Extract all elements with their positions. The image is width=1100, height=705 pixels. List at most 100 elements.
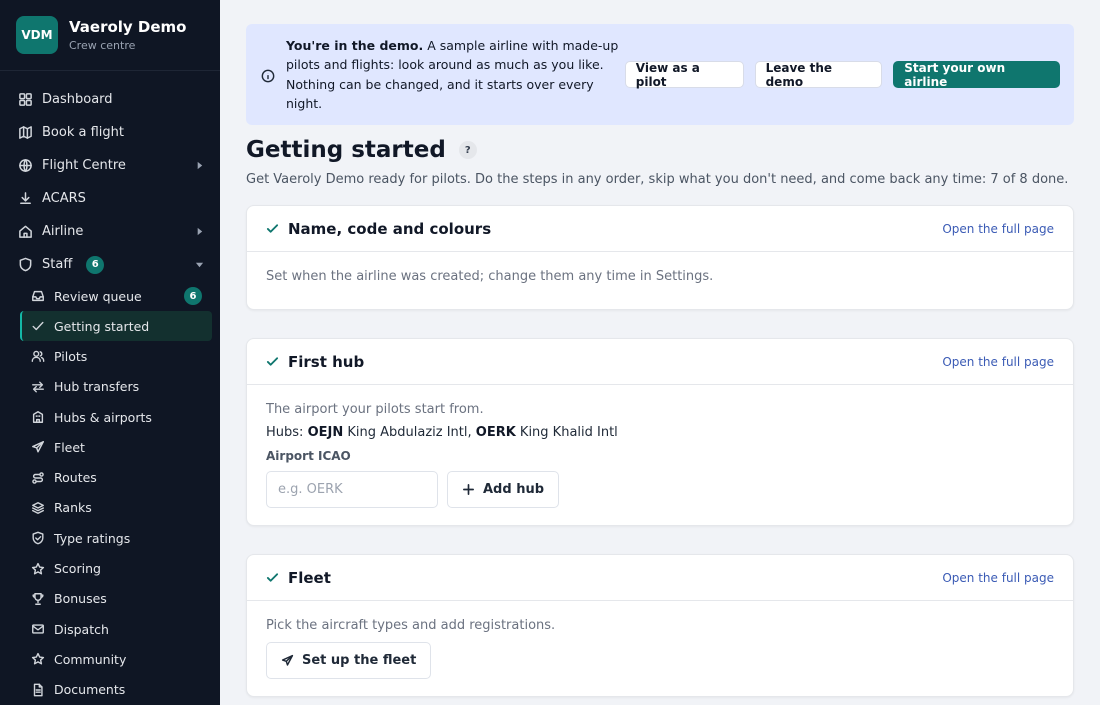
nav-acars[interactable]: ACARS	[0, 182, 220, 215]
sidebar-item-ranks[interactable]: Ranks	[20, 493, 212, 523]
nav-label: Airline	[42, 224, 84, 239]
sidebar-item-community[interactable]: Community	[20, 644, 212, 674]
sidebar-item-scoring[interactable]: Scoring	[20, 553, 212, 583]
sidebar-item-label: Documents	[54, 682, 126, 698]
inbox-icon	[30, 288, 46, 304]
sidebar-item-hubs-airports[interactable]: Hubs & airports	[20, 402, 212, 432]
sidebar-item-dispatch[interactable]: Dispatch	[20, 614, 212, 644]
transfer-icon	[30, 379, 46, 395]
sidebar-item-label: Routes	[54, 470, 97, 486]
open-full-page-link[interactable]: Open the full page	[942, 222, 1054, 236]
airline-name: Vaeroly Demo	[69, 18, 187, 36]
building-icon	[30, 409, 46, 425]
hub-name: King Khalid Intl	[515, 425, 618, 440]
layers-icon	[30, 500, 46, 516]
plane-icon	[30, 439, 46, 455]
open-full-page-link[interactable]: Open the full page	[942, 571, 1054, 585]
sidebar-item-hub-transfers[interactable]: Hub transfers	[20, 372, 212, 402]
card-description: Set when the airline was created; change…	[266, 269, 714, 284]
banner-message: You're in the demo. A sample airline wit…	[286, 36, 625, 114]
hub-code: OEJN	[307, 425, 344, 440]
nav-flight-centre[interactable]: Flight Centre	[0, 149, 220, 182]
step-card-hub: First hub Open the full page The airport…	[246, 338, 1074, 526]
sidebar-item-label: Scoring	[54, 561, 101, 577]
leave-demo-button[interactable]: Leave the demo	[754, 61, 883, 89]
sidebar-item-routes[interactable]: Routes	[20, 462, 212, 492]
card-title: First hub	[288, 352, 365, 371]
star-icon	[30, 651, 46, 667]
set-up-fleet-label: Set up the fleet	[302, 653, 417, 668]
hub-code: OERK	[475, 425, 516, 440]
map-icon	[17, 125, 33, 141]
globe-icon	[17, 158, 33, 174]
download-icon	[17, 191, 33, 207]
nav-airline[interactable]: Airline	[0, 215, 220, 248]
sidebar-item-label: Ranks	[54, 500, 92, 516]
help-button[interactable]: ?	[458, 141, 477, 159]
sidebar-item-getting-started[interactable]: Getting started	[20, 311, 212, 342]
sidebar-item-review-queue[interactable]: Review queue 6	[20, 281, 212, 311]
banner-bold: You're in the demo.	[286, 37, 424, 53]
airline-logo: VDM	[16, 16, 58, 54]
card-title: Name, code and colours	[288, 219, 492, 238]
sidebar-item-label: Dispatch	[54, 621, 109, 637]
sidebar-item-label: Community	[54, 651, 127, 667]
star-icon	[30, 561, 46, 577]
users-icon	[30, 348, 46, 364]
add-hub-label: Add hub	[483, 482, 545, 497]
sidebar-item-type-ratings[interactable]: Type ratings	[20, 523, 212, 553]
sidebar-item-bonuses[interactable]: Bonuses	[20, 584, 212, 614]
nav-staff[interactable]: Staff 6	[0, 248, 220, 281]
chevron-right-icon	[195, 215, 204, 248]
step-card-fleet: Fleet Open the full page Pick the aircra…	[246, 554, 1074, 697]
nav-label: Book a flight	[42, 125, 124, 140]
sidebar-item-fleet[interactable]: Fleet	[20, 432, 212, 462]
sidebar-item-label: Hub transfers	[54, 379, 140, 395]
nav-label: Staff	[42, 257, 73, 272]
sidebar-item-label: Bonuses	[54, 591, 107, 607]
main-content: You're in the demo. A sample airline wit…	[220, 0, 1100, 705]
home-icon	[17, 224, 33, 240]
check-icon	[266, 571, 279, 584]
trophy-icon	[30, 591, 46, 607]
info-icon	[261, 68, 275, 82]
check-icon	[266, 222, 279, 235]
view-as-pilot-button[interactable]: View as a pilot	[624, 61, 744, 89]
route-icon	[30, 470, 46, 486]
step-card-name: Name, code and colours Open the full pag…	[246, 205, 1074, 310]
sidebar: VDM Vaeroly Demo Crew centre Dashboard B…	[0, 0, 220, 705]
card-title: Fleet	[288, 568, 331, 587]
brand[interactable]: VDM Vaeroly Demo Crew centre	[0, 0, 220, 71]
open-full-page-link[interactable]: Open the full page	[942, 355, 1054, 369]
check-icon	[30, 318, 46, 334]
card-description: Pick the aircraft types and add registra…	[266, 618, 556, 633]
staff-count-badge: 6	[86, 255, 105, 274]
main-nav: Dashboard Book a flight Flight Centre AC…	[0, 71, 220, 705]
nav-book-flight[interactable]: Book a flight	[0, 116, 220, 149]
hubs-list: Hubs: OEJN King Abdulaziz Intl, OERK Kin…	[266, 425, 1054, 440]
demo-banner: You're in the demo. A sample airline wit…	[246, 24, 1074, 125]
brand-subtitle: Crew centre	[69, 39, 136, 52]
sidebar-item-label: Type ratings	[54, 530, 131, 546]
page-subtitle: Get Vaeroly Demo ready for pilots. Do th…	[246, 172, 1069, 187]
nav-label: Flight Centre	[42, 158, 126, 173]
set-up-fleet-button[interactable]: Set up the fleet	[266, 642, 432, 679]
nav-label: ACARS	[42, 191, 86, 206]
sidebar-item-label: Fleet	[54, 439, 85, 455]
check-icon	[266, 355, 279, 368]
mail-icon	[30, 621, 46, 637]
sidebar-item-pilots[interactable]: Pilots	[20, 341, 212, 371]
hubs-prefix: Hubs:	[266, 425, 308, 440]
sidebar-item-label: Getting started	[54, 318, 150, 334]
shield-icon	[17, 257, 33, 273]
hub-name: King Abdulaziz Intl,	[343, 425, 476, 440]
add-hub-button[interactable]: Add hub	[447, 471, 560, 508]
nav-dashboard[interactable]: Dashboard	[0, 83, 220, 116]
start-airline-button[interactable]: Start your own airline	[893, 61, 1060, 89]
review-count-badge: 6	[184, 287, 202, 305]
plane-icon	[281, 654, 294, 667]
sidebar-item-documents[interactable]: Documents	[20, 675, 212, 705]
airport-icao-input[interactable]: e.g. OERK	[266, 471, 438, 508]
sidebar-item-label: Review queue	[54, 288, 142, 304]
card-description: The airport your pilots start from.	[266, 402, 484, 417]
